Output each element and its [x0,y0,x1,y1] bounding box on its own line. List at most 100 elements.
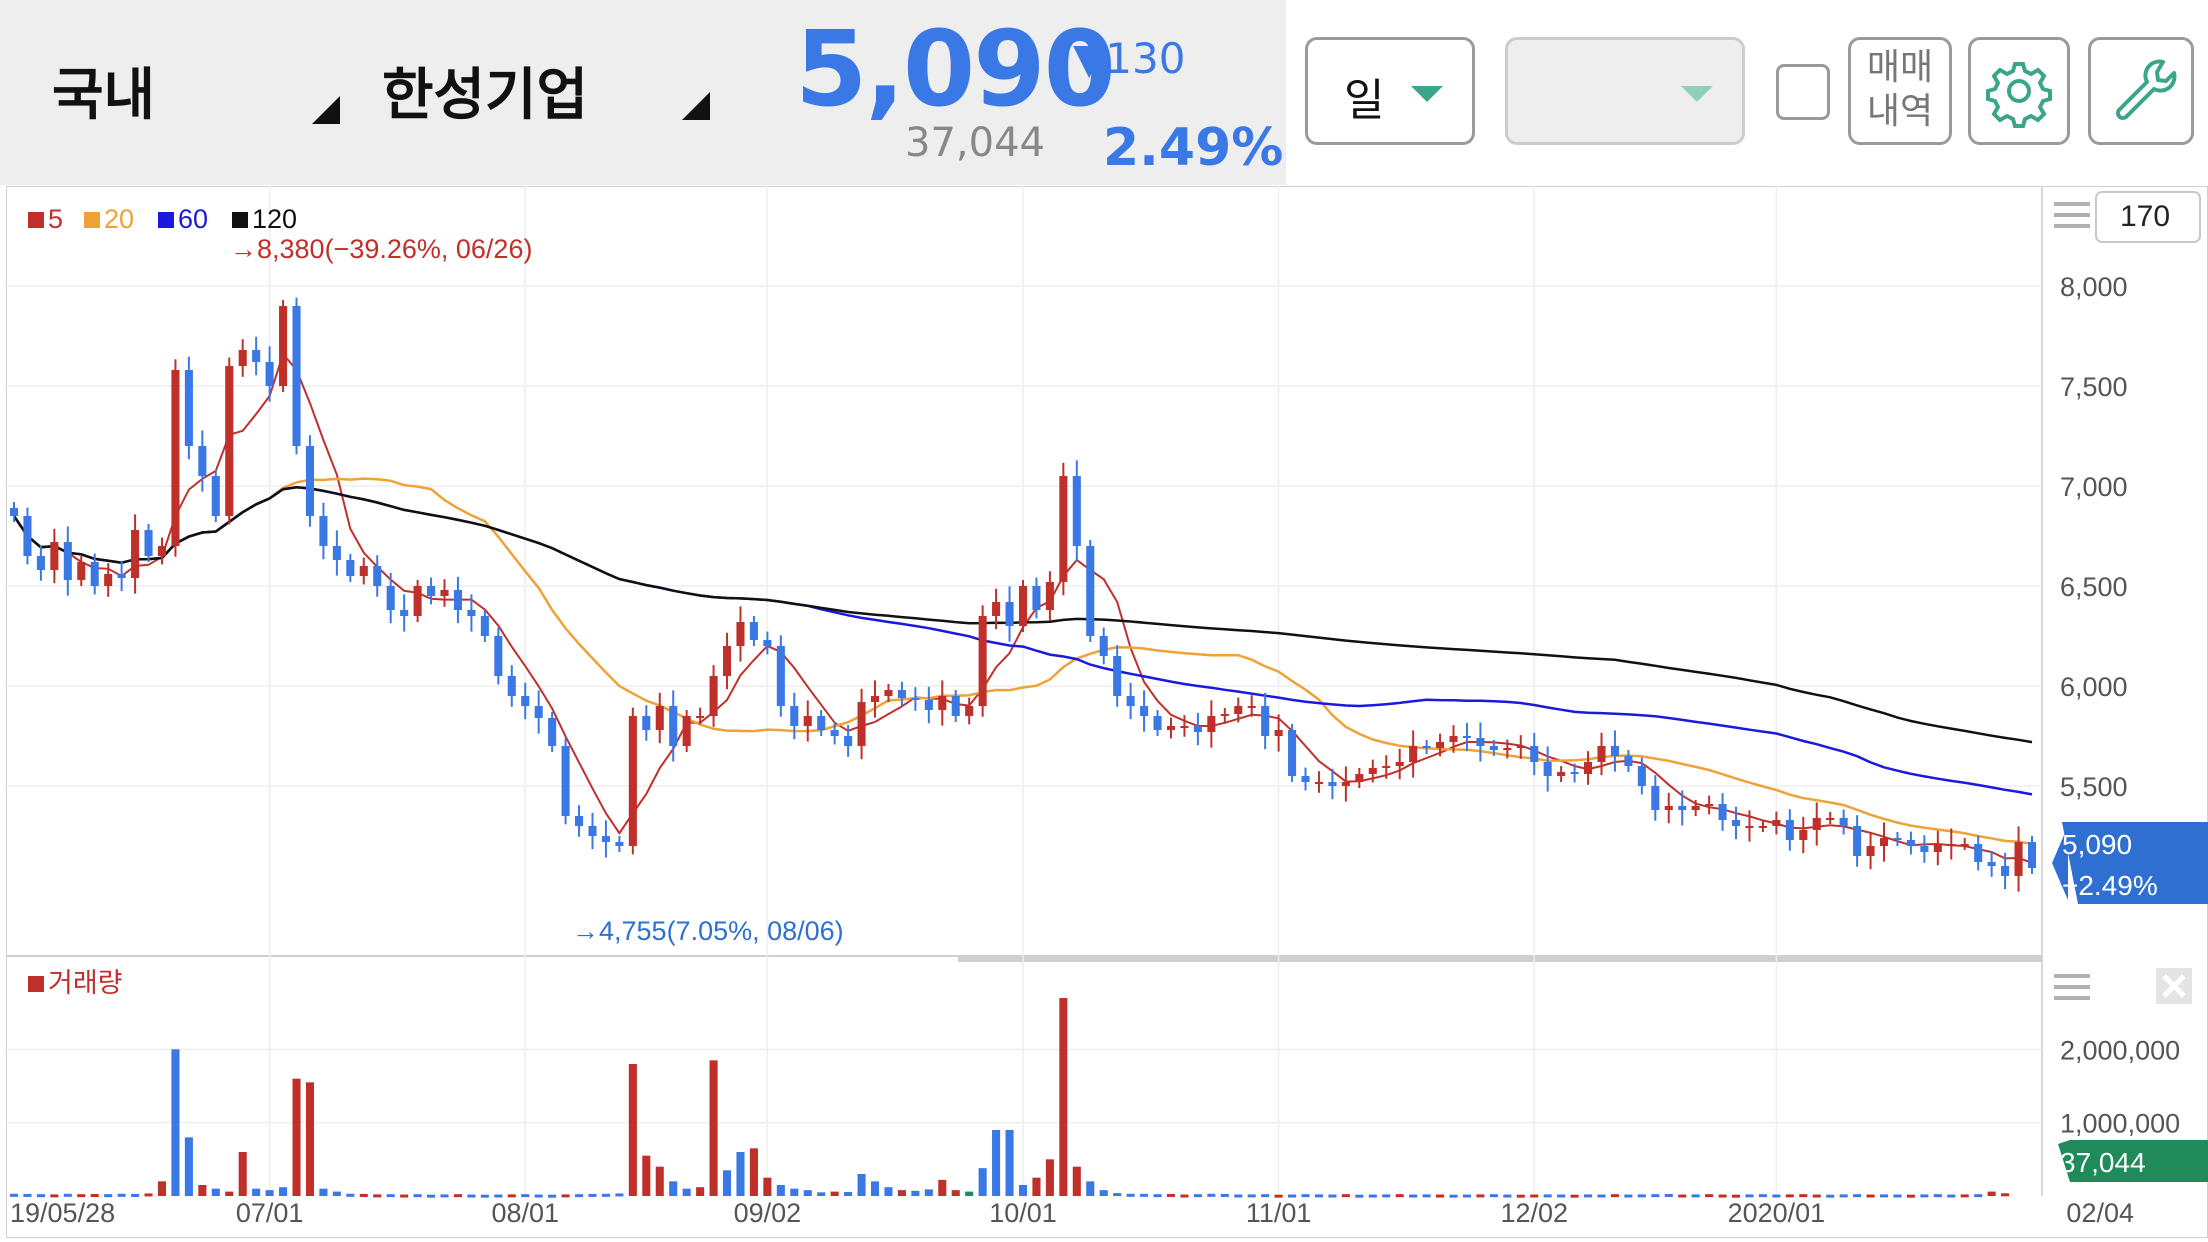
candle-body [373,566,382,586]
volume-bar [440,1194,449,1198]
candle-body [1180,726,1189,728]
volume-bar [211,1188,220,1196]
volume-bar [1853,1194,1862,1198]
volume-bar [521,1194,530,1198]
volume-bar [400,1194,409,1198]
volume-bar [386,1194,395,1198]
candle-body [184,370,193,446]
indicator-select[interactable] [1505,37,1745,145]
candle-body [1059,476,1068,582]
volume-bar [507,1194,516,1198]
candle-body [1113,656,1122,696]
candle-body [1503,748,1512,750]
volume-bar [1826,1194,1835,1198]
candle-body [1086,546,1095,636]
price-tick-label: 7,000 [2060,472,2128,502]
candle-body [1328,782,1337,786]
candle-body [1893,838,1902,840]
candle-body [400,610,409,616]
volume-bar [252,1188,261,1196]
volume-bar [359,1193,368,1197]
volume-bar [1382,1194,1391,1198]
volume-bar [628,1064,637,1196]
volume-bar [965,1191,974,1196]
candle-body [1234,706,1243,714]
stock-dropdown-icon[interactable] [682,92,710,120]
candle-body [238,350,247,366]
price-tag: 5,090 −2.49% [2052,822,2208,904]
volume-bar [1799,1194,1808,1198]
candle-body [77,562,86,580]
candle-body [413,586,422,616]
volume-bar [1933,1194,1942,1198]
chart-area[interactable]: 5,500 6,000 6,500 7,000 7,500 8,000 1,000,000… [6,186,2208,1238]
volume-bar [480,1194,489,1198]
candle-body [1705,804,1714,806]
stock-selector[interactable]: 한성기업 [382,50,588,131]
volume-bar [1489,1194,1498,1198]
volume-bar [1893,1194,1902,1198]
volume-bar [198,1185,207,1196]
volume-bar [1166,1193,1176,1197]
market-selector[interactable]: 국내 [52,50,155,131]
candle-body [1368,768,1377,774]
period-select[interactable]: 일 [1305,37,1475,145]
price-tick-label: 5,500 [2060,772,2128,802]
volume-bar [817,1192,826,1196]
volume-bar [171,1049,180,1196]
candlestick-chart[interactable]: 5,500 6,000 6,500 7,000 7,500 8,000 1,000,000… [6,186,2208,1238]
volume-bar [857,1174,866,1196]
settings-button[interactable] [1968,37,2070,145]
volume-bar [951,1190,960,1196]
volume-bar [1597,1194,1606,1198]
volume-bar [1032,1177,1041,1196]
candle-body [722,646,732,676]
price-panel-menu[interactable] [2054,202,2090,228]
close-icon[interactable] [2156,968,2192,1004]
trade-volume: 37,044 [905,120,1045,166]
period-select-value: 일 [1344,75,1385,126]
volume-bar [144,1193,153,1197]
volume-bar [992,1130,1001,1196]
candle-body [453,590,462,610]
volume-tag: 37,044 [2058,1140,2208,1182]
volume-bar [1005,1130,1014,1196]
tools-button[interactable] [2088,37,2194,145]
volume-bar [305,1082,315,1196]
candle-body [252,350,261,362]
volume-bar [1758,1194,1767,1198]
volume-bar [1126,1193,1135,1197]
volume-panel-menu[interactable] [2054,974,2090,1000]
volume-bar [1193,1194,1202,1198]
volume-bar [601,1193,610,1197]
candle-body [749,622,758,640]
volume-bar [870,1181,880,1196]
volume-bar [763,1177,772,1196]
candle-body [1785,820,1794,840]
candle-body [534,706,543,718]
candle-body [521,696,530,706]
volume-bar [238,1152,247,1196]
candle-body [696,716,705,718]
menu-icon[interactable] [2054,974,2090,978]
volume-bar [1301,1194,1310,1198]
candle-body [1153,716,1162,730]
market-dropdown-icon[interactable] [312,96,340,124]
candle-body [117,574,126,578]
volume-bar [709,1060,718,1196]
horizontal-scrollbar[interactable] [958,956,2042,962]
compare-checkbox[interactable] [1776,64,1830,120]
candle-body [1597,746,1606,762]
legend-swatch-ma20 [84,212,100,228]
menu-icon-line [2054,224,2090,228]
volume-bar [722,1170,732,1196]
trade-history-button[interactable]: 매매 내역 [1848,37,1952,145]
candle-body [440,590,449,596]
volume-bar [1422,1194,1431,1198]
candle-body [305,446,315,516]
volume-bar [1906,1194,1915,1198]
menu-icon[interactable] [2054,202,2090,206]
pct-tag-value: −2.49% [2062,870,2158,901]
candle-body [1906,840,1915,846]
volume-bar [427,1194,436,1198]
